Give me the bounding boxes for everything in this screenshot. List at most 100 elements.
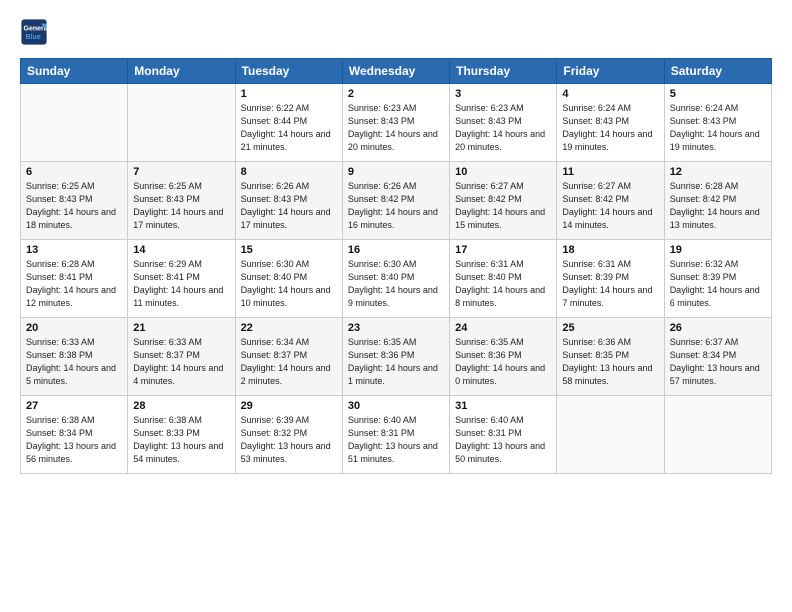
weekday-header-tuesday: Tuesday: [235, 59, 342, 84]
day-number: 26: [670, 322, 766, 334]
calendar-cell: 24 Sunrise: 6:35 AM Sunset: 8:36 PM Dayli…: [450, 318, 557, 396]
day-number: 6: [26, 166, 122, 178]
calendar-cell: 4 Sunrise: 6:24 AM Sunset: 8:43 PM Daylig…: [557, 84, 664, 162]
calendar-table: SundayMondayTuesdayWednesdayThursdayFrid…: [20, 58, 772, 474]
day-info: Sunrise: 6:36 AM Sunset: 8:35 PM Dayligh…: [562, 336, 658, 388]
calendar-cell: 2 Sunrise: 6:23 AM Sunset: 8:43 PM Daylig…: [342, 84, 449, 162]
day-number: 7: [133, 166, 229, 178]
page: General Blue SundayMondayTuesdayWednesda…: [0, 0, 792, 612]
calendar-cell: 21Sunrise: 6:33 AM Sunset: 8:37 PM Dayli…: [128, 318, 235, 396]
calendar-cell: 7Sunrise: 6:25 AM Sunset: 8:43 PM Daylig…: [128, 162, 235, 240]
calendar-cell: 8 Sunrise: 6:26 AM Sunset: 8:43 PM Daylig…: [235, 162, 342, 240]
day-number: 20: [26, 322, 122, 334]
day-number: 5: [670, 88, 766, 100]
weekday-header-row: SundayMondayTuesdayWednesdayThursdayFrid…: [21, 59, 772, 84]
calendar-cell: 16 Sunrise: 6:30 AM Sunset: 8:40 PM Dayli…: [342, 240, 449, 318]
day-info: Sunrise: 6:32 AM Sunset: 8:39 PM Dayligh…: [670, 258, 766, 310]
day-info: Sunrise: 6:39 AM Sunset: 8:32 PM Dayligh…: [241, 414, 337, 466]
day-number: 14: [133, 244, 229, 256]
calendar-cell: 11 Sunrise: 6:27 AM Sunset: 8:42 PM Dayli…: [557, 162, 664, 240]
weekday-header-monday: Monday: [128, 59, 235, 84]
day-number: 9: [348, 166, 444, 178]
calendar-cell: 30 Sunrise: 6:40 AM Sunset: 8:31 PM Dayli…: [342, 396, 449, 474]
calendar-cell: [664, 396, 771, 474]
day-info: Sunrise: 6:30 AM Sunset: 8:40 PM Dayligh…: [241, 258, 337, 310]
calendar-cell: 26 Sunrise: 6:37 AM Sunset: 8:34 PM Dayli…: [664, 318, 771, 396]
calendar-cell: 6 Sunrise: 6:25 AM Sunset: 8:43 PM Daylig…: [21, 162, 128, 240]
day-number: 22: [241, 322, 337, 334]
calendar-cell: 23Sunrise: 6:35 AM Sunset: 8:36 PM Dayli…: [342, 318, 449, 396]
day-number: 11: [562, 166, 658, 178]
calendar-cell: 1 Sunrise: 6:22 AM Sunset: 8:44 PM Daylig…: [235, 84, 342, 162]
day-info: Sunrise: 6:38 AM Sunset: 8:33 PM Dayligh…: [133, 414, 229, 466]
week-row-4: 20 Sunrise: 6:33 AM Sunset: 8:38 PM Dayli…: [21, 318, 772, 396]
day-info: Sunrise: 6:31 AM Sunset: 8:39 PM Dayligh…: [562, 258, 658, 310]
calendar-cell: 5Sunrise: 6:24 AM Sunset: 8:43 PM Daylig…: [664, 84, 771, 162]
header: General Blue: [20, 18, 772, 46]
day-number: 23: [348, 322, 444, 334]
day-info: Sunrise: 6:26 AM Sunset: 8:42 PM Dayligh…: [348, 180, 444, 232]
weekday-header-thursday: Thursday: [450, 59, 557, 84]
calendar-cell: 12 Sunrise: 6:28 AM Sunset: 8:42 PM Dayli…: [664, 162, 771, 240]
day-info: Sunrise: 6:23 AM Sunset: 8:43 PM Dayligh…: [348, 102, 444, 154]
calendar-cell: 15Sunrise: 6:30 AM Sunset: 8:40 PM Dayli…: [235, 240, 342, 318]
week-row-5: 27 Sunrise: 6:38 AM Sunset: 8:34 PM Dayli…: [21, 396, 772, 474]
logo-icon: General Blue: [20, 18, 48, 46]
day-number: 25: [562, 322, 658, 334]
day-number: 19: [670, 244, 766, 256]
week-row-1: 1 Sunrise: 6:22 AM Sunset: 8:44 PM Daylig…: [21, 84, 772, 162]
svg-text:Blue: Blue: [26, 34, 41, 41]
day-number: 13: [26, 244, 122, 256]
weekday-header-sunday: Sunday: [21, 59, 128, 84]
day-number: 2: [348, 88, 444, 100]
day-info: Sunrise: 6:40 AM Sunset: 8:31 PM Dayligh…: [455, 414, 551, 466]
day-number: 27: [26, 400, 122, 412]
calendar-cell: 18 Sunrise: 6:31 AM Sunset: 8:39 PM Dayli…: [557, 240, 664, 318]
day-info: Sunrise: 6:23 AM Sunset: 8:43 PM Dayligh…: [455, 102, 551, 154]
day-info: Sunrise: 6:38 AM Sunset: 8:34 PM Dayligh…: [26, 414, 122, 466]
day-number: 17: [455, 244, 551, 256]
day-info: Sunrise: 6:27 AM Sunset: 8:42 PM Dayligh…: [562, 180, 658, 232]
weekday-header-friday: Friday: [557, 59, 664, 84]
day-number: 3: [455, 88, 551, 100]
day-number: 18: [562, 244, 658, 256]
day-info: Sunrise: 6:22 AM Sunset: 8:44 PM Dayligh…: [241, 102, 337, 154]
calendar-cell: 31Sunrise: 6:40 AM Sunset: 8:31 PM Dayli…: [450, 396, 557, 474]
calendar-cell: 29Sunrise: 6:39 AM Sunset: 8:32 PM Dayli…: [235, 396, 342, 474]
day-number: 12: [670, 166, 766, 178]
day-number: 4: [562, 88, 658, 100]
calendar-cell: 17 Sunrise: 6:31 AM Sunset: 8:40 PM Dayli…: [450, 240, 557, 318]
day-number: 24: [455, 322, 551, 334]
calendar-cell: 22 Sunrise: 6:34 AM Sunset: 8:37 PM Dayli…: [235, 318, 342, 396]
day-number: 8: [241, 166, 337, 178]
day-info: Sunrise: 6:26 AM Sunset: 8:43 PM Dayligh…: [241, 180, 337, 232]
logo: General Blue: [20, 18, 52, 46]
calendar-cell: [21, 84, 128, 162]
day-number: 10: [455, 166, 551, 178]
day-info: Sunrise: 6:25 AM Sunset: 8:43 PM Dayligh…: [26, 180, 122, 232]
day-info: Sunrise: 6:35 AM Sunset: 8:36 PM Dayligh…: [455, 336, 551, 388]
day-info: Sunrise: 6:28 AM Sunset: 8:41 PM Dayligh…: [26, 258, 122, 310]
day-info: Sunrise: 6:24 AM Sunset: 8:43 PM Dayligh…: [562, 102, 658, 154]
calendar-cell: 13 Sunrise: 6:28 AM Sunset: 8:41 PM Dayli…: [21, 240, 128, 318]
calendar-cell: 9 Sunrise: 6:26 AM Sunset: 8:42 PM Daylig…: [342, 162, 449, 240]
calendar-cell: 25 Sunrise: 6:36 AM Sunset: 8:35 PM Dayli…: [557, 318, 664, 396]
day-number: 16: [348, 244, 444, 256]
day-info: Sunrise: 6:30 AM Sunset: 8:40 PM Dayligh…: [348, 258, 444, 310]
day-info: Sunrise: 6:40 AM Sunset: 8:31 PM Dayligh…: [348, 414, 444, 466]
day-info: Sunrise: 6:29 AM Sunset: 8:41 PM Dayligh…: [133, 258, 229, 310]
day-info: Sunrise: 6:33 AM Sunset: 8:38 PM Dayligh…: [26, 336, 122, 388]
day-number: 1: [241, 88, 337, 100]
calendar-cell: [557, 396, 664, 474]
day-info: Sunrise: 6:34 AM Sunset: 8:37 PM Dayligh…: [241, 336, 337, 388]
day-info: Sunrise: 6:33 AM Sunset: 8:37 PM Dayligh…: [133, 336, 229, 388]
calendar-cell: 10Sunrise: 6:27 AM Sunset: 8:42 PM Dayli…: [450, 162, 557, 240]
calendar-cell: 28Sunrise: 6:38 AM Sunset: 8:33 PM Dayli…: [128, 396, 235, 474]
day-number: 30: [348, 400, 444, 412]
day-info: Sunrise: 6:31 AM Sunset: 8:40 PM Dayligh…: [455, 258, 551, 310]
day-info: Sunrise: 6:28 AM Sunset: 8:42 PM Dayligh…: [670, 180, 766, 232]
week-row-3: 13 Sunrise: 6:28 AM Sunset: 8:41 PM Dayli…: [21, 240, 772, 318]
day-info: Sunrise: 6:37 AM Sunset: 8:34 PM Dayligh…: [670, 336, 766, 388]
weekday-header-wednesday: Wednesday: [342, 59, 449, 84]
calendar-cell: 19 Sunrise: 6:32 AM Sunset: 8:39 PM Dayli…: [664, 240, 771, 318]
